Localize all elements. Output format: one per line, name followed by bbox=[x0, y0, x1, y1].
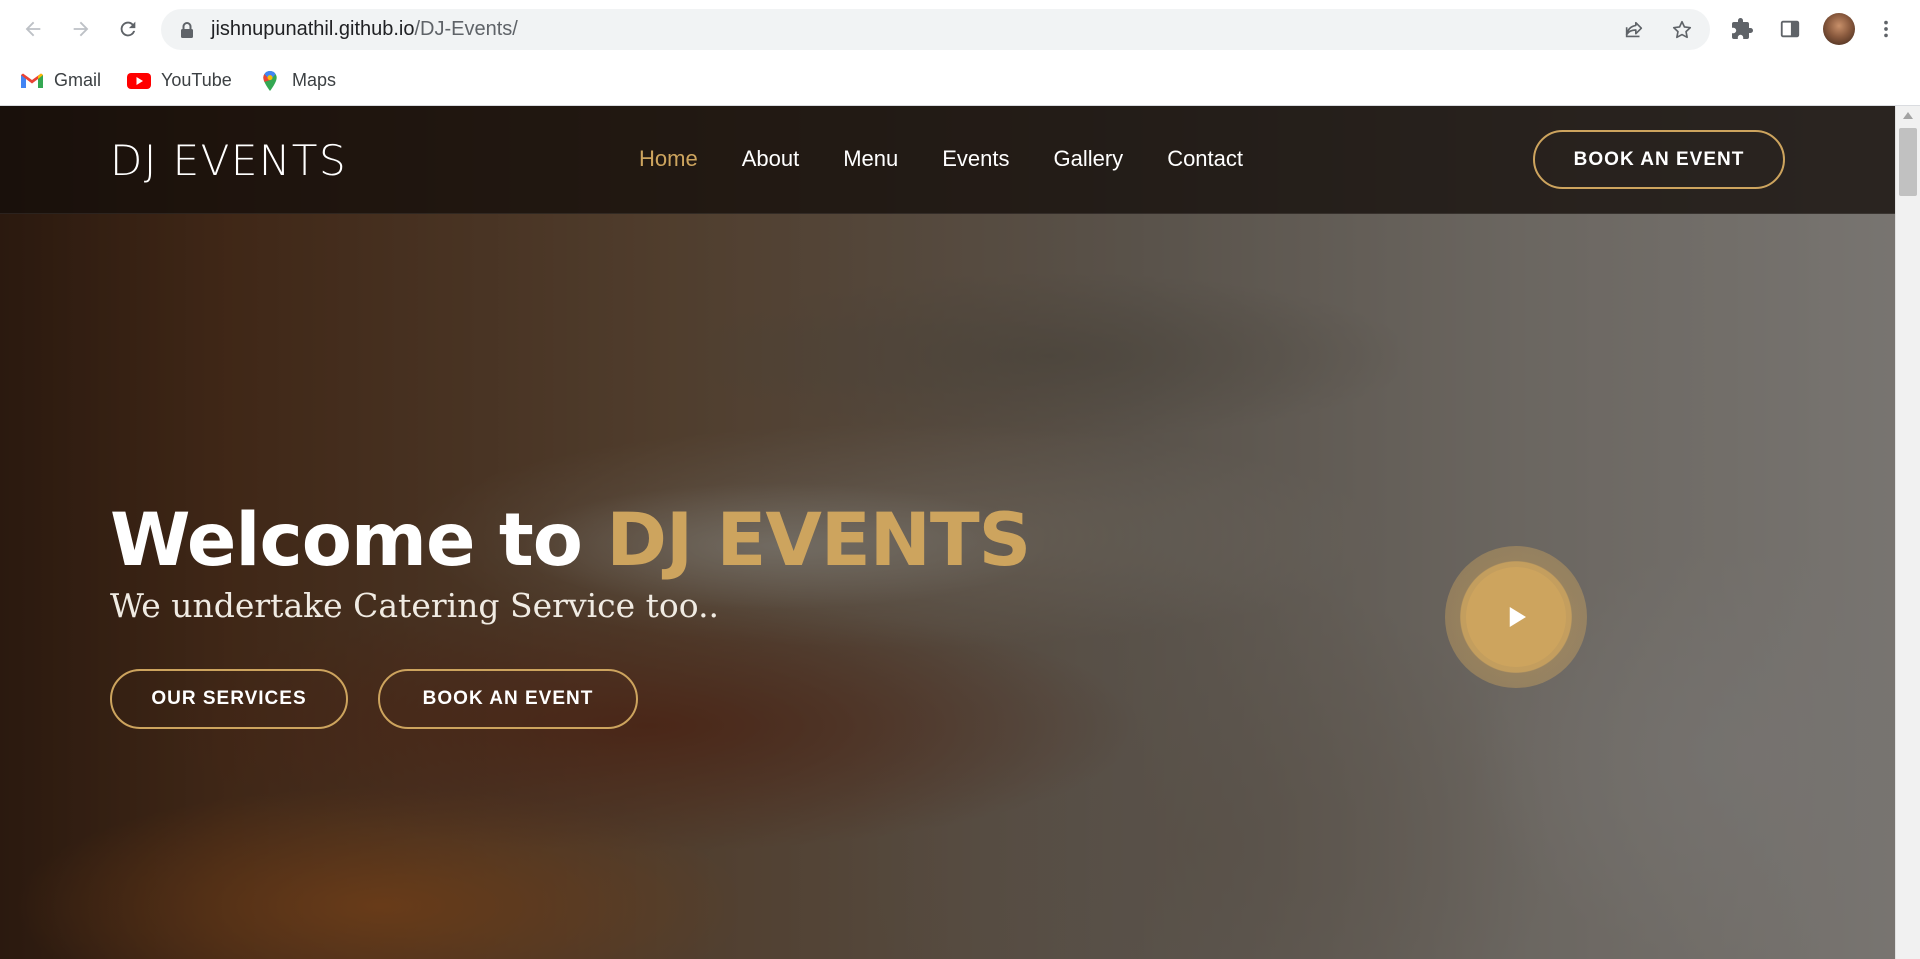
share-icon[interactable] bbox=[1621, 17, 1647, 43]
nav-home[interactable]: Home bbox=[639, 146, 698, 172]
play-button-inner bbox=[1466, 567, 1566, 667]
page-scrollbar[interactable] bbox=[1895, 106, 1920, 959]
address-bar[interactable]: jishnupunathil.github.io/DJ-Events/ bbox=[161, 9, 1710, 50]
profile-avatar[interactable] bbox=[1823, 13, 1855, 45]
play-icon bbox=[1509, 607, 1526, 627]
nav-gallery[interactable]: Gallery bbox=[1054, 146, 1124, 172]
forward-arrow-icon bbox=[73, 21, 89, 37]
reload-button[interactable] bbox=[110, 11, 146, 47]
nav-menu[interactable]: Menu bbox=[843, 146, 898, 172]
url-host: jishnupunathil.github.io bbox=[211, 18, 415, 40]
bookmark-maps[interactable]: Maps bbox=[258, 70, 336, 91]
nav-about[interactable]: About bbox=[742, 146, 800, 172]
back-button[interactable] bbox=[15, 11, 51, 47]
page-viewport: DJ EVENTS Home About Menu Events Gallery… bbox=[0, 106, 1895, 959]
reload-icon bbox=[120, 21, 136, 37]
hero-title: Welcome to DJ EVENTS bbox=[110, 498, 1031, 583]
browser-toolbar: jishnupunathil.github.io/DJ-Events/ bbox=[0, 0, 1920, 58]
site-logo[interactable]: DJ EVENTS bbox=[110, 136, 347, 185]
hero-title-prefix: Welcome to bbox=[110, 498, 607, 583]
url-text: jishnupunathil.github.io/DJ-Events/ bbox=[211, 18, 518, 41]
bookmarks-bar: Gmail YouTube Maps bbox=[0, 58, 1920, 106]
more-menu-icon[interactable] bbox=[1872, 15, 1900, 43]
maps-icon bbox=[263, 70, 277, 91]
play-video-button[interactable] bbox=[1445, 546, 1587, 688]
url-path: /DJ-Events/ bbox=[414, 18, 518, 40]
bookmark-youtube[interactable]: YouTube bbox=[127, 70, 232, 91]
bookmark-gmail[interactable]: Gmail bbox=[20, 70, 101, 91]
scroll-thumb[interactable] bbox=[1899, 128, 1917, 196]
side-panel-icon[interactable] bbox=[1776, 15, 1804, 43]
hero-title-brand: DJ EVENTS bbox=[606, 498, 1031, 583]
hero-subtitle: We undertake Catering Service too.. bbox=[110, 586, 720, 625]
extensions-icon[interactable] bbox=[1728, 15, 1756, 43]
hero-book-event-button[interactable]: BOOK AN EVENT bbox=[378, 669, 638, 729]
youtube-icon bbox=[127, 72, 151, 89]
lock-icon bbox=[181, 22, 193, 38]
bookmark-label: Maps bbox=[292, 70, 337, 90]
bookmark-label: YouTube bbox=[161, 70, 232, 90]
bookmark-star-icon[interactable] bbox=[1669, 17, 1695, 43]
gmail-icon bbox=[21, 73, 43, 88]
forward-button[interactable] bbox=[63, 11, 99, 47]
bookmark-label: Gmail bbox=[54, 70, 102, 90]
our-services-button[interactable]: OUR SERVICES bbox=[110, 669, 348, 729]
nav-events[interactable]: Events bbox=[942, 146, 1009, 172]
header-book-event-button[interactable]: BOOK AN EVENT bbox=[1533, 130, 1785, 189]
nav-contact[interactable]: Contact bbox=[1167, 146, 1243, 172]
back-arrow-icon bbox=[25, 21, 41, 37]
scroll-up-arrow-icon[interactable] bbox=[1903, 112, 1913, 119]
main-nav: Home About Menu Events Gallery Contact bbox=[639, 146, 1287, 172]
site-header: DJ EVENTS Home About Menu Events Gallery… bbox=[0, 106, 1895, 214]
